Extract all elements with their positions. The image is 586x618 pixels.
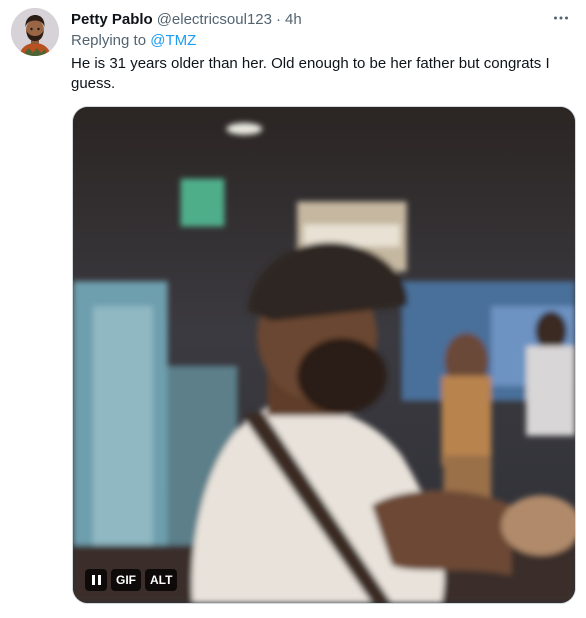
timestamp[interactable]: 4h [285,11,302,28]
author-name[interactable]: Petty Pablo [71,11,153,28]
replying-prefix: Replying to [71,32,147,49]
tweet-text: He is 31 years older than her. Old enoug… [71,55,550,92]
tweet-header: Petty Pablo @electricsoul123 · 4h [71,9,572,29]
avatar[interactable] [11,8,59,56]
replying-to-mention[interactable]: @TMZ [150,32,196,49]
replying-to: Replying to @TMZ [71,32,196,49]
more-button[interactable] [550,7,572,29]
pause-icon [91,575,101,585]
separator-dot: · [275,10,281,28]
author-handle[interactable]: @electricsoul123 [157,11,272,28]
gif-controls: GIF ALT [85,569,178,591]
more-horizontal-icon [554,16,568,20]
gif-badge: GIF [111,569,141,591]
gif-frame [73,107,575,603]
alt-button[interactable]: ALT [145,569,178,591]
tweet[interactable]: Petty Pablo @electricsoul123 · 4h Replyi… [0,0,586,618]
avatar-illustration-icon [11,8,59,56]
tweet-media-gif[interactable]: GIF ALT [72,106,576,604]
pause-button[interactable] [85,569,107,591]
